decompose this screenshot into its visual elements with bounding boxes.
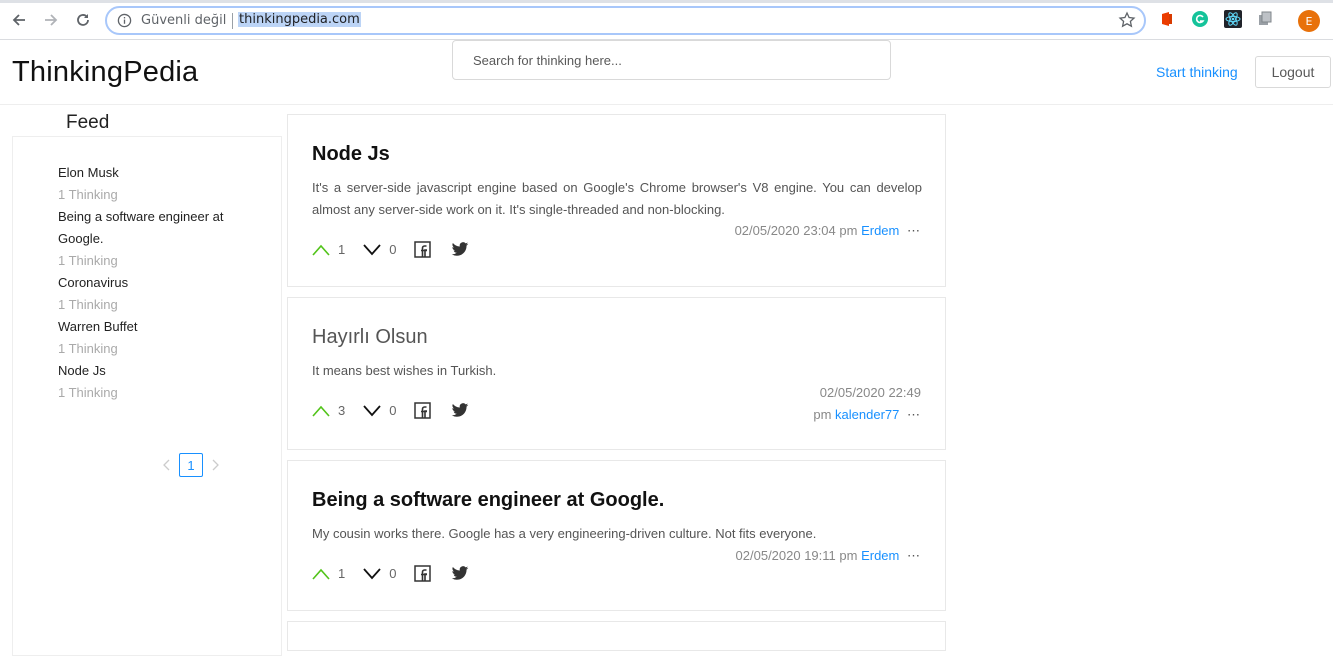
post-body: It means best wishes in Turkish. (312, 363, 497, 378)
upvote-icon (312, 405, 330, 417)
post-card: Being a software engineer at Google. My … (287, 460, 946, 611)
upvote-count: 1 (338, 242, 346, 257)
list-item[interactable]: Elon Musk 1 Thinking (58, 162, 228, 206)
start-thinking-link[interactable]: Start thinking (1156, 64, 1238, 80)
forward-icon[interactable] (40, 9, 62, 31)
post-author[interactable]: kalender77 (835, 407, 899, 422)
post-date: 02/05/2020 19:11 pm (735, 548, 858, 563)
post-meta: 02/05/2020 23:04 pm Erdem ⋯ (735, 220, 921, 242)
feed-item-title[interactable]: Elon Musk (58, 162, 228, 184)
post-date: 02/05/2020 23:04 pm (734, 223, 858, 238)
upvote-button[interactable]: 1 (312, 242, 363, 257)
grammarly-extension-icon[interactable] (1191, 10, 1209, 28)
downvote-icon (363, 567, 381, 579)
pagination: 1 (161, 453, 221, 477)
feed-item-count: 1 Thinking (58, 297, 118, 312)
feed-item-count: 1 Thinking (58, 341, 118, 356)
facebook-icon[interactable] (414, 241, 432, 258)
feed-list: Elon Musk 1 Thinking Being a software en… (58, 162, 228, 404)
downvote-count: 0 (389, 242, 397, 257)
feed-item-title[interactable]: Coronavirus (58, 272, 228, 294)
react-devtools-icon[interactable] (1224, 10, 1242, 28)
post-meta: 02/05/2020 22:49 pm kalender77 ⋯ (813, 382, 921, 426)
downvote-button[interactable]: 0 (363, 403, 414, 418)
post-meta: 02/05/2020 19:11 pm Erdem ⋯ (736, 545, 921, 567)
upvote-count: 1 (338, 566, 346, 581)
copy-extension-icon[interactable] (1256, 10, 1274, 28)
list-item[interactable]: Node Js 1 Thinking (58, 360, 228, 404)
downvote-icon (363, 243, 381, 255)
feed-title: Feed (66, 112, 110, 133)
post-card: Node Js It's a server-side javascript en… (287, 114, 946, 287)
feed-item-title[interactable]: Node Js (58, 360, 228, 382)
list-item[interactable]: Being a software engineer at Google. 1 T… (58, 206, 228, 272)
post-actions: 1 0 (312, 241, 469, 258)
post-date: 02/05/2020 22:49 (819, 385, 921, 400)
address-bar[interactable]: Güvenli değil thinkingpedia.com (105, 6, 1146, 35)
upvote-button[interactable]: 1 (312, 566, 363, 581)
feed-item-count: 1 Thinking (58, 187, 118, 202)
browser-toolbar: Güvenli değil thinkingpedia.com E (0, 0, 1333, 40)
post-body: It's a server-side javascript engine bas… (312, 180, 922, 217)
office-extension-icon[interactable] (1158, 10, 1176, 28)
post-author[interactable]: Erdem (861, 223, 899, 238)
facebook-icon[interactable] (414, 402, 432, 419)
downvote-button[interactable]: 0 (363, 242, 414, 257)
list-item[interactable]: Coronavirus 1 Thinking (58, 272, 228, 316)
tab-strip (0, 0, 1333, 3)
url-text[interactable]: thinkingpedia.com (238, 12, 361, 27)
post-actions: 1 0 (312, 565, 469, 582)
info-icon[interactable] (117, 13, 132, 32)
prev-page-icon[interactable] (161, 457, 173, 473)
downvote-count: 0 (389, 566, 397, 581)
upvote-button[interactable]: 3 (312, 403, 363, 418)
divider (232, 13, 233, 29)
post-date-suffix: pm (813, 407, 832, 422)
star-icon[interactable] (1118, 11, 1136, 33)
post-body: My cousin works there. Google has a very… (312, 526, 817, 541)
post-card: Hayırlı Olsun It means best wishes in Tu… (287, 297, 946, 450)
feed-item-title[interactable]: Being a software engineer at Google. (58, 206, 228, 250)
feed-sidebar: Elon Musk 1 Thinking Being a software en… (12, 136, 282, 656)
more-icon[interactable]: ⋯ (907, 223, 921, 238)
more-icon[interactable]: ⋯ (907, 548, 921, 563)
search-input[interactable] (452, 40, 891, 80)
upvote-count: 3 (338, 403, 346, 418)
downvote-count: 0 (389, 403, 397, 418)
feed-item-count: 1 Thinking (58, 385, 118, 400)
post-title[interactable]: Node Js (312, 143, 390, 166)
upvote-icon (312, 244, 330, 256)
twitter-icon[interactable] (451, 566, 469, 581)
post-actions: 3 0 (312, 402, 469, 419)
brand-logo[interactable]: ThinkingPedia (12, 56, 198, 89)
next-page-icon[interactable] (209, 457, 221, 473)
reload-icon[interactable] (72, 9, 94, 31)
security-label: Güvenli değil (141, 13, 227, 28)
upvote-icon (312, 568, 330, 580)
app-header: ThinkingPedia Start thinking Logout (0, 40, 1333, 105)
post-title[interactable]: Hayırlı Olsun (312, 326, 428, 349)
feed-item-count: 1 Thinking (58, 253, 118, 268)
logout-button[interactable]: Logout (1255, 56, 1331, 88)
twitter-icon[interactable] (451, 242, 469, 257)
more-icon[interactable]: ⋯ (907, 407, 921, 422)
page-number[interactable]: 1 (179, 453, 203, 477)
post-card (287, 621, 946, 651)
list-item[interactable]: Warren Buffet 1 Thinking (58, 316, 228, 360)
feed-item-title[interactable]: Warren Buffet (58, 316, 228, 338)
back-icon[interactable] (8, 9, 30, 31)
twitter-icon[interactable] (451, 403, 469, 418)
post-author[interactable]: Erdem (861, 548, 899, 563)
downvote-button[interactable]: 0 (363, 566, 414, 581)
facebook-icon[interactable] (414, 565, 432, 582)
downvote-icon (363, 404, 381, 416)
profile-avatar[interactable]: E (1298, 10, 1320, 32)
post-title[interactable]: Being a software engineer at Google. (312, 489, 664, 512)
